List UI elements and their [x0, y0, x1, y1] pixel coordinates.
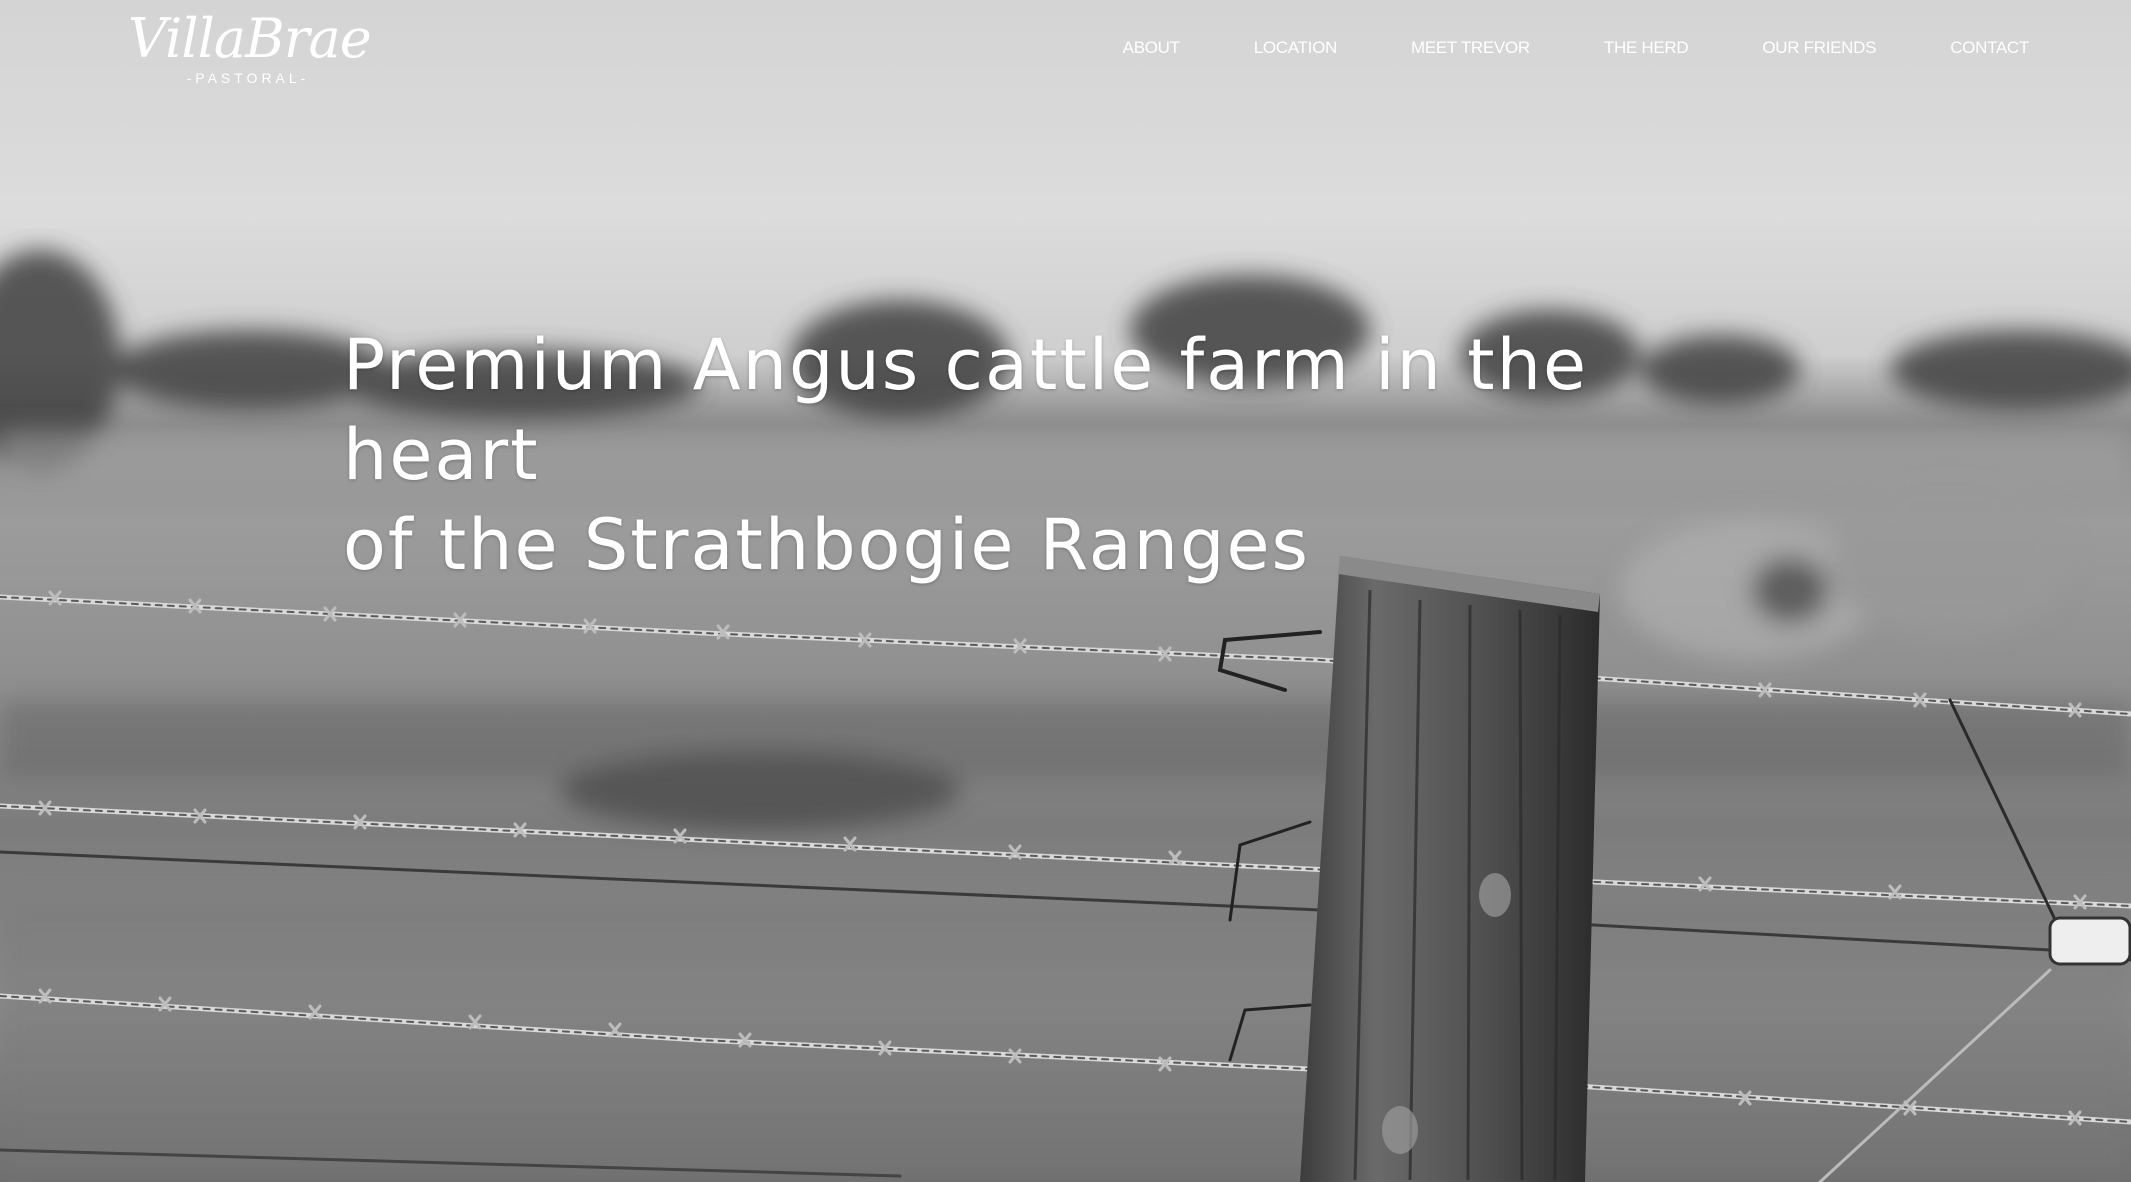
- main-navigation: ABOUT LOCATION MEET TREVOR THE HERD OUR …: [1049, 38, 2030, 58]
- nav-item-the-herd[interactable]: THE HERD: [1604, 38, 1689, 58]
- logo-tagline: -PASTORAL-: [186, 70, 310, 86]
- site-logo[interactable]: VillaBrae -PASTORAL-: [128, 7, 372, 90]
- hero-background-image: [0, 0, 2131, 1182]
- nav-item-our-friends[interactable]: OUR FRIENDS: [1762, 38, 1876, 58]
- hero-headline-line-1: Premium Angus cattle farm in the heart: [343, 324, 1589, 496]
- nav-item-contact[interactable]: CONTACT: [1950, 38, 2029, 58]
- nav-item-about[interactable]: ABOUT: [1123, 38, 1180, 58]
- nav-item-meet-trevor[interactable]: MEET TREVOR: [1411, 38, 1530, 58]
- site-header: VillaBrae -PASTORAL- ABOUT LOCATION MEET…: [0, 0, 2131, 110]
- page: VillaBrae -PASTORAL- ABOUT LOCATION MEET…: [0, 0, 2131, 1182]
- hero-headline-line-2: of the Strathbogie Ranges: [343, 504, 1311, 586]
- logo-wordmark: VillaBrae: [128, 7, 372, 70]
- nav-item-location[interactable]: LOCATION: [1254, 38, 1338, 58]
- hero-headline: Premium Angus cattle farm in the heart o…: [343, 320, 1743, 590]
